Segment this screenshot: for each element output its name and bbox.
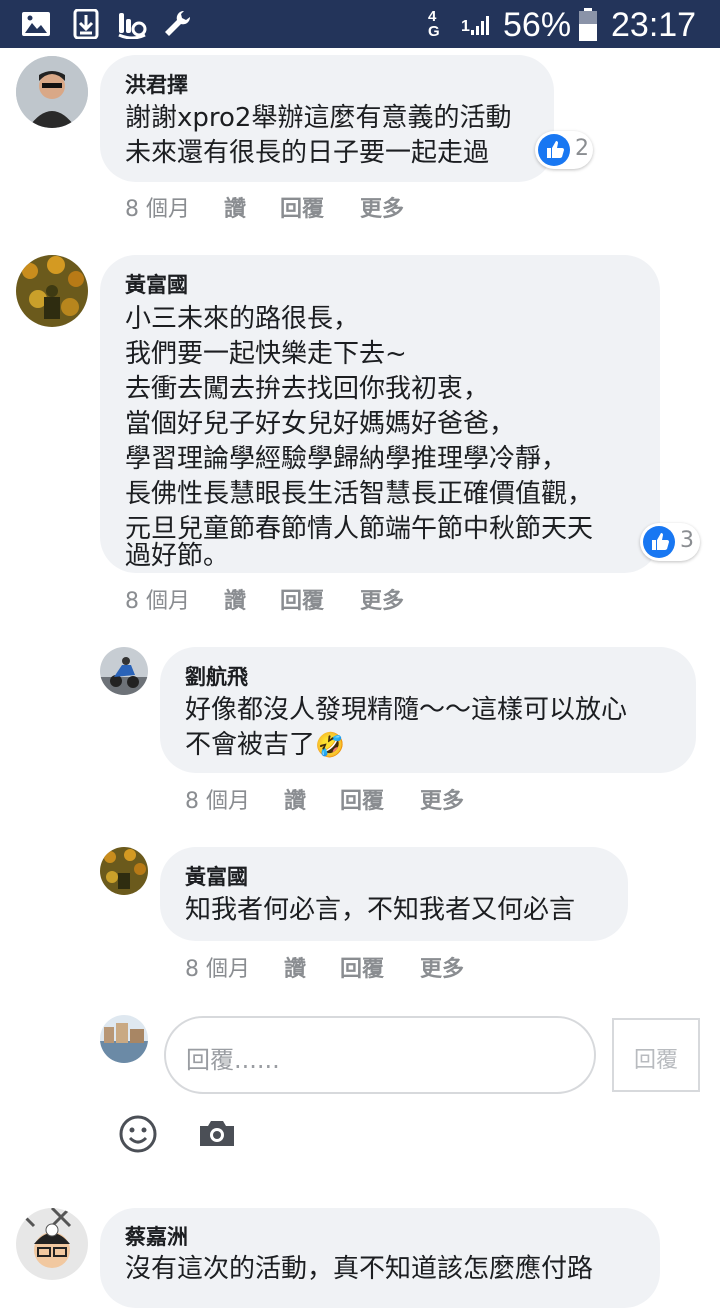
like-button[interactable]: 讚 xyxy=(224,191,246,223)
like-button[interactable]: 讚 xyxy=(284,951,306,983)
clock: 23:17 xyxy=(611,6,697,44)
avatar[interactable] xyxy=(16,56,88,128)
comment-actions: 8 個月 讚 回覆 更多 xyxy=(125,191,425,222)
reply-button[interactable]: 回覆 xyxy=(340,783,384,815)
reaction-number: 3 xyxy=(680,528,694,553)
reply-placeholder: 回覆...... xyxy=(186,1046,280,1074)
avatar[interactable] xyxy=(100,847,148,895)
comment-text-line: 過好節。 xyxy=(125,541,230,571)
reply-text-line: 不會被吉了🤣 xyxy=(185,730,345,760)
wrench-icon xyxy=(165,10,191,36)
more-button[interactable]: 更多 xyxy=(360,583,404,615)
comment-author[interactable]: 黃富國 xyxy=(125,269,188,299)
download-icon xyxy=(73,9,99,39)
sim-slot: 1 xyxy=(461,18,470,35)
comment-actions: 8 個月 讚 回覆 更多 xyxy=(125,583,425,614)
reaction-count[interactable]: 2 xyxy=(535,131,593,169)
avatar[interactable] xyxy=(16,1208,88,1280)
avatar[interactable] xyxy=(100,647,148,695)
network-type: 4G xyxy=(428,8,440,40)
camera-icon[interactable] xyxy=(198,1118,236,1148)
status-bar: 4G 1 56% 23:17 xyxy=(0,0,720,48)
more-button[interactable]: 更多 xyxy=(360,191,404,223)
comment-text-line: 我們要一起快樂走下去~ xyxy=(125,339,407,369)
comment-text-line: 學習理論學經驗學歸納學推理學冷靜， xyxy=(125,444,568,474)
emoji-icon[interactable] xyxy=(118,1114,158,1154)
comment-author[interactable]: 蔡嘉洲 xyxy=(125,1221,188,1251)
like-icon xyxy=(643,526,675,558)
reply-submit-button[interactable]: 回覆 xyxy=(612,1018,700,1092)
reply-text-line: 知我者何必言，不知我者又何必言 xyxy=(185,895,576,925)
reaction-count[interactable]: 3 xyxy=(640,523,700,561)
avatar[interactable] xyxy=(16,255,88,327)
signal-icon xyxy=(471,16,489,35)
reply-actions: 8 個月 讚 回覆 更多 xyxy=(185,783,485,814)
touch-icon xyxy=(118,13,147,39)
reply-time: 8 個月 xyxy=(185,957,250,982)
reaction-number: 2 xyxy=(575,136,589,161)
current-user-avatar xyxy=(100,1015,148,1063)
more-button[interactable]: 更多 xyxy=(420,783,464,815)
comment-time: 8 個月 xyxy=(125,589,190,614)
comment-text-line: 當個好兒子好女兒好媽媽好爸爸， xyxy=(125,409,516,439)
more-button[interactable]: 更多 xyxy=(420,951,464,983)
comment-text-line: 小三未來的路很長， xyxy=(125,304,360,334)
reply-author[interactable]: 劉航飛 xyxy=(185,661,248,691)
reply-time: 8 個月 xyxy=(185,789,250,814)
like-button[interactable]: 讚 xyxy=(284,783,306,815)
reply-button[interactable]: 回覆 xyxy=(280,583,324,615)
battery-percent: 56% xyxy=(503,6,572,44)
reply-text-line: 好像都沒人發現精隨～～這樣可以放心 xyxy=(185,695,628,725)
comment-text-line: 沒有這次的活動，真不知道該怎麼應付路 xyxy=(125,1254,594,1284)
comment-time: 8 個月 xyxy=(125,197,190,222)
reply-author[interactable]: 黃富國 xyxy=(185,861,248,891)
reply-input[interactable]: 回覆...... xyxy=(164,1016,596,1094)
comment-text-line: 長佛性長慧眼長生活智慧長正確價值觀， xyxy=(125,479,594,509)
like-icon xyxy=(538,134,570,166)
reply-submit-label: 回覆 xyxy=(634,1048,679,1073)
reply-actions: 8 個月 讚 回覆 更多 xyxy=(185,951,485,982)
reply-button[interactable]: 回覆 xyxy=(340,951,384,983)
comment-text-line: 去衝去闖去拚去找回你我初衷， xyxy=(125,374,490,404)
laughing-emoji-icon: 🤣 xyxy=(315,731,345,759)
comment-text-line: 未來還有很長的日子要一起走過 xyxy=(125,138,490,168)
reply-button[interactable]: 回覆 xyxy=(280,191,324,223)
comment-text-line: 謝謝xpro2舉辦這麼有意義的活動 xyxy=(125,103,512,133)
image-icon xyxy=(22,12,50,36)
battery-icon xyxy=(579,8,597,41)
like-button[interactable]: 讚 xyxy=(224,583,246,615)
comment-author[interactable]: 洪君擇 xyxy=(125,69,188,99)
